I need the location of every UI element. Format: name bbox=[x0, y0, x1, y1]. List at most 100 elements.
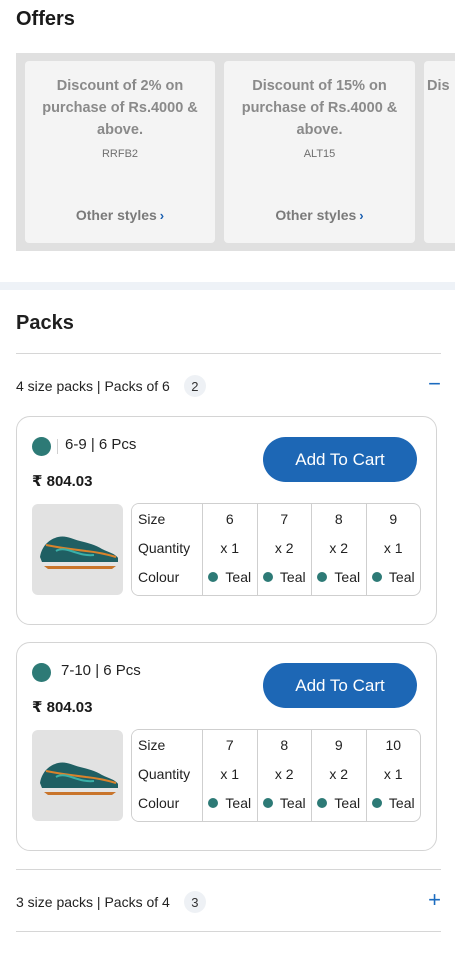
size-row-label: Size bbox=[138, 510, 166, 527]
size-value: 7 bbox=[280, 510, 289, 527]
offer-description: Dis bbox=[424, 75, 455, 97]
quantity-row-label: Quantity bbox=[138, 539, 191, 556]
size-column: 8 x 2 Teal bbox=[258, 730, 312, 821]
colour-dot bbox=[262, 797, 273, 808]
pack-price: ₹ 804.03 bbox=[32, 473, 93, 490]
colour-label: Teal bbox=[279, 568, 306, 585]
divider bbox=[16, 869, 441, 870]
product-image[interactable] bbox=[32, 504, 123, 595]
divider bbox=[16, 931, 441, 932]
colour-value: Teal bbox=[312, 788, 366, 817]
colour-dot bbox=[371, 797, 382, 808]
offer-code: RRFB2 bbox=[101, 148, 139, 160]
colour-value: Teal bbox=[367, 788, 421, 817]
size-column: 7 x 2 Teal bbox=[258, 504, 312, 595]
quantity-row-label: Quantity bbox=[138, 765, 191, 782]
colour-label: Teal bbox=[279, 794, 306, 811]
offers-section: Offers Discount of 2% on purchase of Rs.… bbox=[0, 0, 455, 282]
add-to-cart-button[interactable]: Add To Cart bbox=[263, 663, 417, 708]
shoe-image bbox=[39, 761, 118, 795]
pack-price: ₹ 804.03 bbox=[32, 699, 93, 716]
offer-text: Dis bbox=[427, 78, 450, 94]
size-row-label: Size bbox=[138, 736, 166, 753]
pack-card: 6-9 | 6 Pcs ₹ 804.03 Add To Cart Size Qu… bbox=[16, 416, 437, 625]
colour-swatch bbox=[32, 663, 51, 682]
pack-group-label: 4 size packs | Packs of 6 bbox=[16, 378, 170, 394]
quantity-value: x 2 bbox=[329, 539, 349, 556]
quantity-value: x 1 bbox=[220, 765, 240, 782]
colour-value: Teal bbox=[258, 788, 312, 817]
offers-carousel[interactable]: Discount of 2% on purchase of Rs.4000 & … bbox=[16, 53, 455, 251]
colour-value: Teal bbox=[258, 562, 312, 591]
offer-card[interactable]: Discount of 2% on purchase of Rs.4000 & … bbox=[25, 61, 215, 243]
row-labels: Size Quantity Colour bbox=[132, 504, 203, 595]
divider bbox=[16, 353, 441, 354]
quantity-value: x 2 bbox=[329, 765, 349, 782]
colour-dot bbox=[317, 797, 328, 808]
pack-group-header[interactable]: 3 size packs | Packs of 4 3 + bbox=[16, 887, 441, 917]
size-column: 6 x 1 Teal bbox=[203, 504, 258, 595]
other-styles-link[interactable]: Other styles › bbox=[25, 207, 215, 223]
shoe-image bbox=[39, 535, 118, 569]
colour-label: Teal bbox=[225, 568, 252, 585]
colour-value: Teal bbox=[312, 562, 366, 591]
offer-description: Discount of 15% on purchase of Rs.4000 &… bbox=[224, 75, 415, 165]
size-value: 10 bbox=[385, 736, 402, 753]
other-styles-label: Other styles bbox=[75, 207, 157, 223]
size-value: 6 bbox=[225, 510, 234, 527]
colour-row-label: Colour bbox=[138, 568, 180, 585]
colour-value: Teal bbox=[203, 562, 257, 591]
colour-label: Teal bbox=[225, 794, 252, 811]
size-column: 7 x 1 Teal bbox=[203, 730, 258, 821]
other-styles-link[interactable]: Other styles › bbox=[224, 207, 415, 223]
minus-icon[interactable]: − bbox=[428, 373, 441, 395]
pack-group-header[interactable]: 4 size packs | Packs of 6 2 − bbox=[16, 371, 441, 401]
pack-count-badge: 2 bbox=[183, 375, 206, 397]
offer-code: ALT15 bbox=[303, 148, 336, 160]
packs-title: Packs bbox=[16, 312, 74, 334]
pack-card: 7-10 | 6 Pcs ₹ 804.03 Add To Cart Size Q… bbox=[16, 642, 437, 851]
quantity-value: x 1 bbox=[383, 539, 403, 556]
separator bbox=[57, 439, 58, 454]
plus-icon[interactable]: + bbox=[428, 889, 441, 911]
size-breakdown-table: Size Quantity Colour 6 x 1 Teal 7 x 2 Te… bbox=[131, 503, 421, 596]
size-value: 9 bbox=[389, 510, 398, 527]
colour-label: Teal bbox=[388, 568, 415, 585]
add-to-cart-button[interactable]: Add To Cart bbox=[263, 437, 417, 482]
colour-dot bbox=[262, 571, 273, 582]
colour-dot bbox=[317, 571, 328, 582]
product-image[interactable] bbox=[32, 730, 123, 821]
offer-card[interactable]: Dis bbox=[424, 61, 455, 243]
colour-value: Teal bbox=[203, 788, 257, 817]
size-value: 7 bbox=[225, 736, 234, 753]
colour-value: Teal bbox=[367, 562, 421, 591]
pack-name: 6-9 | 6 Pcs bbox=[65, 436, 137, 453]
quantity-value: x 1 bbox=[383, 765, 403, 782]
colour-label: Teal bbox=[334, 794, 361, 811]
colour-label: Teal bbox=[334, 568, 361, 585]
colour-row-label: Colour bbox=[138, 794, 180, 811]
offer-card[interactable]: Discount of 15% on purchase of Rs.4000 &… bbox=[224, 61, 415, 243]
offer-description: Discount of 2% on purchase of Rs.4000 & … bbox=[25, 75, 215, 165]
chevron-right-icon: › bbox=[359, 208, 364, 223]
quantity-value: x 2 bbox=[274, 539, 294, 556]
colour-dot bbox=[208, 797, 219, 808]
packs-section: Packs 4 size packs | Packs of 6 2 − 6-9 … bbox=[0, 290, 455, 963]
size-column: 10 x 1 Teal bbox=[367, 730, 421, 821]
colour-dot bbox=[371, 571, 382, 582]
colour-dot bbox=[208, 571, 219, 582]
quantity-value: x 2 bbox=[274, 765, 294, 782]
colour-label: Teal bbox=[388, 794, 415, 811]
row-labels: Size Quantity Colour bbox=[132, 730, 203, 821]
chevron-right-icon: › bbox=[159, 208, 165, 223]
size-value: 8 bbox=[280, 736, 289, 753]
offer-text: Discount of 15% on purchase of Rs.4000 &… bbox=[241, 78, 398, 138]
pack-group-label: 3 size packs | Packs of 4 bbox=[16, 894, 170, 910]
size-breakdown-table: Size Quantity Colour 7 x 1 Teal 8 x 2 Te… bbox=[131, 729, 421, 822]
other-styles-label: Other styles bbox=[275, 207, 357, 223]
size-column: 9 x 1 Teal bbox=[367, 504, 421, 595]
size-column: 8 x 2 Teal bbox=[312, 504, 367, 595]
size-column: 9 x 2 Teal bbox=[312, 730, 367, 821]
colour-swatch bbox=[32, 437, 51, 456]
section-divider bbox=[0, 282, 455, 290]
